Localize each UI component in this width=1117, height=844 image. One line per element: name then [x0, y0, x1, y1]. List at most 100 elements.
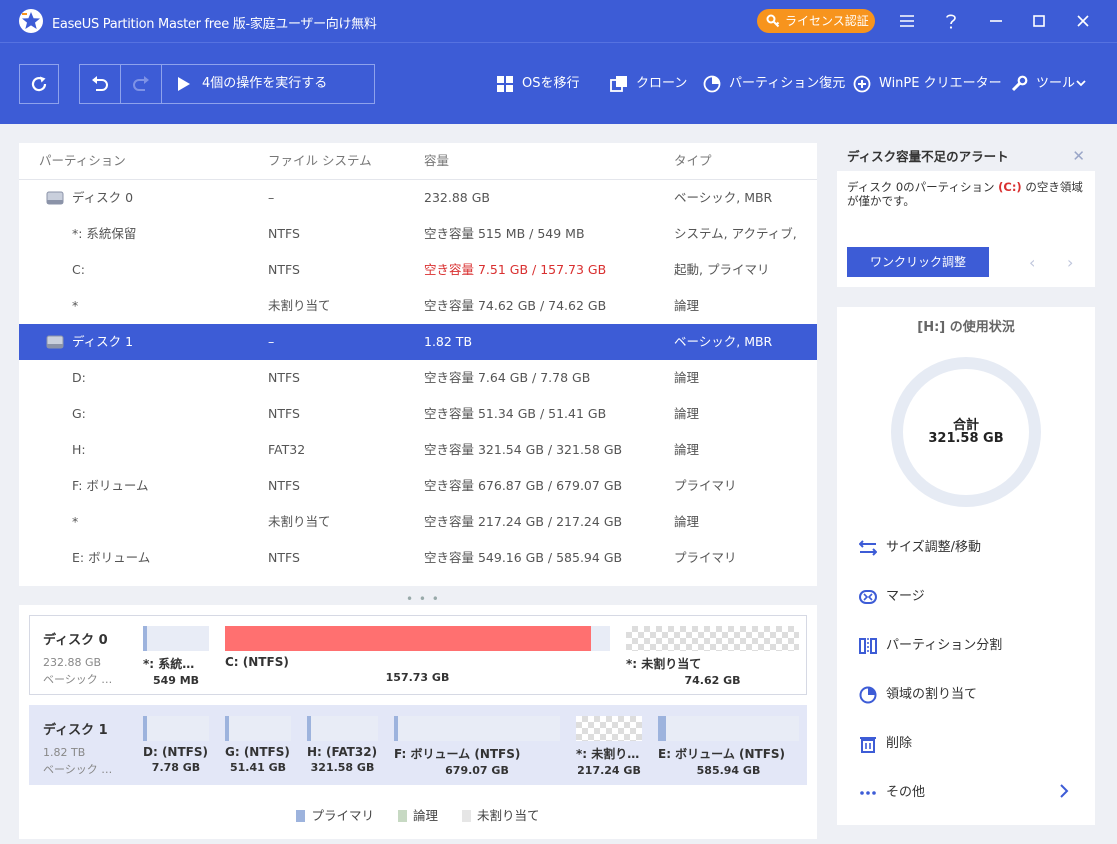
legend-unallocated: 未割り当て — [461, 805, 540, 824]
minimize-button[interactable] — [984, 9, 1008, 33]
hamburger-icon — [900, 15, 914, 27]
partition-segment[interactable]: H: (FAT32) 321.58 GB — [307, 716, 378, 774]
partition-name-cell: H: — [72, 442, 86, 457]
partition-row[interactable]: * 未割り当て 空き容量 217.24 GB / 217.24 GB 論理 — [19, 504, 817, 540]
partition-usage-bar — [143, 716, 209, 741]
filesystem-cell: – — [268, 334, 275, 349]
tools-menu-button[interactable]: ツール — [1010, 72, 1086, 96]
wrench-icon — [1011, 75, 1028, 92]
partition-usage-fill — [394, 716, 398, 741]
alert-close-icon[interactable]: ✕ — [1072, 149, 1085, 164]
disk-type: ベーシック … — [43, 673, 113, 686]
partition-row[interactable]: G: NTFS 空き容量 51.34 GB / 51.41 GB 論理 — [19, 396, 817, 432]
capacity-cell: 空き容量 676.87 GB / 679.07 GB — [424, 478, 623, 493]
redo-button[interactable] — [121, 65, 162, 103]
one-click-adjust-button[interactable]: ワンクリック調整 — [847, 247, 989, 277]
column-header-filesystem[interactable]: ファイル システム — [268, 143, 372, 179]
pie-icon — [703, 75, 721, 93]
more-actions[interactable]: その他 — [859, 782, 925, 804]
play-icon — [178, 77, 190, 91]
partition-segment[interactable]: G: (NTFS) 51.41 GB — [225, 716, 291, 774]
maximize-icon — [1033, 15, 1045, 27]
legend-logical: 論理 — [397, 805, 438, 824]
question-icon — [946, 14, 956, 29]
license-button[interactable]: ライセンス認証 — [757, 9, 875, 33]
filesystem-cell: – — [268, 190, 275, 205]
partition-segment[interactable]: *: 未割り当て 74.62 GB — [626, 626, 799, 687]
filesystem-cell: NTFS — [268, 478, 300, 493]
title-bar: EaseUS Partition Master free 版-家庭ユーザー向け無… — [0, 0, 1117, 42]
disk-card-1[interactable]: ディスク 1 1.82 TB ベーシック … D: (NTFS) 7.78 GB G… — [29, 705, 807, 785]
type-cell: 起動, プライマリ — [674, 262, 770, 277]
filesystem-cell: NTFS — [268, 370, 300, 385]
type-cell: 論理 — [674, 298, 700, 313]
partition-name-cell: E: ボリューム — [72, 550, 151, 565]
partition-row[interactable]: F: ボリューム NTFS 空き容量 676.87 GB / 679.07 GB プラ… — [19, 468, 817, 504]
partition-name-cell: D: — [72, 370, 86, 385]
os-migrate-button[interactable]: OSを移行 — [496, 72, 580, 96]
partition-row[interactable]: * 未割り当て 空き容量 74.62 GB / 74.62 GB 論理 — [19, 288, 817, 324]
partition-segment[interactable]: E: ボリューム (NTFS) 585.94 GB — [658, 716, 799, 777]
plus-circle-icon — [853, 75, 871, 93]
chevron-right-icon[interactable] — [1059, 784, 1069, 798]
disk-row[interactable]: ディスク 0 – 232.88 GB ベーシック, MBR — [19, 180, 817, 216]
partition-label: C: (NTFS) — [225, 655, 289, 669]
help-button[interactable] — [939, 9, 963, 33]
delete-action[interactable]: 削除 — [859, 733, 912, 755]
alert-title: ディスク容量不足のアラート — [837, 143, 1095, 171]
undo-button[interactable] — [80, 65, 121, 103]
partition-size: 217.24 GB — [577, 764, 641, 777]
winpe-creator-button[interactable]: WinPE クリエーター — [853, 72, 1002, 96]
type-cell: 論理 — [674, 370, 700, 385]
column-header-capacity[interactable]: 容量 — [424, 143, 449, 179]
partition-segment[interactable]: C: (NTFS) 157.73 GB — [225, 626, 610, 684]
clone-button[interactable]: クローン — [610, 72, 687, 96]
partition-name-cell: C: — [72, 262, 85, 277]
column-header-type[interactable]: タイプ — [674, 143, 712, 179]
partition-row[interactable]: H: FAT32 空き容量 321.54 GB / 321.58 GB 論理 — [19, 432, 817, 468]
partition-row[interactable]: *: 系統保留 NTFS 空き容量 515 MB / 549 MB システム, アクテ… — [19, 216, 817, 252]
partition-segment[interactable]: F: ボリューム (NTFS) 679.07 GB — [394, 716, 560, 777]
maximize-button[interactable] — [1027, 9, 1051, 33]
column-header-partition[interactable]: パーティション — [39, 143, 126, 179]
partition-usage-bar — [394, 716, 560, 741]
disk-name: ディスク 0 — [43, 633, 108, 648]
disk-card-0[interactable]: ディスク 0 232.88 GB ベーシック … *: 系統… 549 MB C: … — [29, 615, 807, 695]
redo-icon — [133, 76, 149, 91]
capacity-cell: 空き容量 7.51 GB / 157.73 GB — [424, 262, 607, 277]
disk-row[interactable]: ディスク 1 – 1.82 TB ベーシック, MBR — [19, 324, 817, 360]
filesystem-cell: 未割り当て — [268, 514, 331, 529]
partition-row[interactable]: E: ボリューム NTFS 空き容量 549.16 GB / 585.94 GB プラ… — [19, 540, 817, 576]
disk-map-panel: ディスク 0 232.88 GB ベーシック … *: 系統… 549 MB C: … — [19, 605, 817, 839]
partition-segment[interactable]: *: 系統… 549 MB — [143, 626, 209, 687]
execute-operations-button[interactable]: 4個の操作を実行する — [162, 65, 374, 103]
filesystem-cell: NTFS — [268, 406, 300, 421]
partition-row[interactable]: C: NTFS 空き容量 7.51 GB / 157.73 GB 起動, プライマリ — [19, 252, 817, 288]
type-cell: プライマリ — [674, 550, 737, 565]
menu-button[interactable] — [895, 9, 919, 33]
chevron-left-icon[interactable]: ‹ — [1029, 253, 1035, 272]
merge-action[interactable]: マージ — [859, 586, 925, 608]
partition-label: *: 未割り当て — [626, 657, 702, 671]
splitter-handle[interactable]: • • • — [406, 592, 440, 606]
partition-size: 7.78 GB — [151, 761, 201, 774]
partition-recovery-button[interactable]: パーティション復元 — [703, 72, 845, 96]
partition-segment[interactable]: D: (NTFS) 7.78 GB — [143, 716, 209, 774]
refresh-button[interactable] — [19, 64, 59, 104]
partition-segment[interactable]: *: 未割り… 217.24 GB — [576, 716, 642, 777]
execute-label: 4個の操作を実行する — [202, 76, 328, 91]
filesystem-cell: 未割り当て — [268, 298, 331, 313]
type-cell: システム, アクティブ, … — [674, 226, 802, 241]
resize-move-action[interactable]: サイズ調整/移動 — [859, 537, 981, 559]
pie-icon — [859, 686, 877, 704]
close-button[interactable] — [1071, 9, 1095, 33]
capacity-cell: 1.82 TB — [424, 334, 473, 349]
filesystem-cell: NTFS — [268, 226, 300, 241]
partition-row[interactable]: D: NTFS 空き容量 7.64 GB / 7.78 GB 論理 — [19, 360, 817, 396]
chevron-right-icon[interactable]: › — [1067, 253, 1073, 272]
partition-usage-bar — [576, 716, 642, 741]
split-partition-action[interactable]: パーティション分割 — [859, 635, 1002, 657]
split-icon — [859, 638, 877, 654]
allocate-space-action[interactable]: 領域の割り当て — [859, 684, 977, 706]
capacity-cell: 空き容量 7.64 GB / 7.78 GB — [424, 370, 591, 385]
